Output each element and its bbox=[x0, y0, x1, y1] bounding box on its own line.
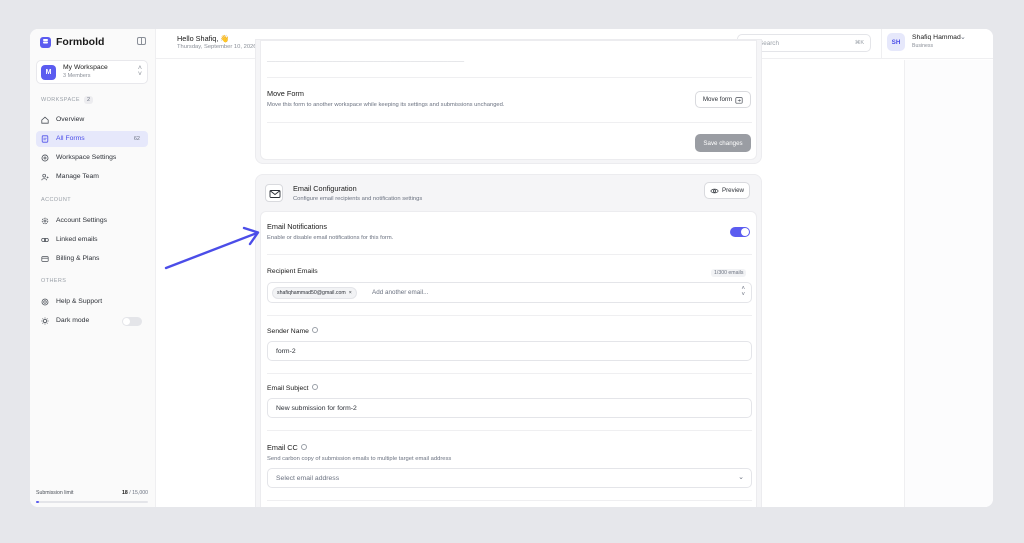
eye-icon bbox=[710, 188, 719, 193]
sidebar: Formbold M My Workspace 3 Members ˄ ˅ WOR… bbox=[30, 29, 156, 507]
greeting: Hello Shafiq, 👋 bbox=[177, 34, 230, 43]
divider bbox=[267, 430, 752, 431]
sender-name-input[interactable]: form-2 bbox=[267, 341, 752, 361]
gear-icon bbox=[41, 217, 49, 225]
help-icon bbox=[41, 298, 49, 306]
section-label-workspace: WORKSPACE 2 bbox=[41, 96, 94, 104]
chip-remove-icon[interactable]: × bbox=[349, 290, 352, 296]
formbold-logo-icon bbox=[40, 36, 51, 48]
link-icon bbox=[41, 238, 49, 242]
general-settings-card: ────────────────────────────────────────… bbox=[255, 39, 762, 164]
submission-limit-fill bbox=[36, 501, 39, 503]
app-window: Formbold M My Workspace 3 Members ˄ ˅ WOR… bbox=[30, 29, 993, 507]
email-cc-description: Send carbon copy of submission emails to… bbox=[267, 456, 452, 462]
email-notifications-toggle[interactable] bbox=[730, 227, 750, 237]
chevron-down-icon[interactable]: ⌄ bbox=[960, 33, 966, 41]
faded-row: ────────────────────────────────────────… bbox=[267, 59, 465, 65]
chevron-down-icon: ⌄ bbox=[738, 474, 744, 481]
sidebar-item-manage-team[interactable]: Manage Team bbox=[36, 169, 148, 185]
sender-name-label: Sender Name bbox=[267, 327, 318, 335]
email-notifications-title: Email Notifications bbox=[267, 222, 328, 231]
recipient-emails-label: Recipient Emails bbox=[267, 268, 318, 275]
email-subject-input[interactable]: New submission for form-2 bbox=[267, 398, 752, 418]
dark-mode-toggle[interactable] bbox=[122, 317, 142, 326]
avatar[interactable]: SH bbox=[887, 33, 905, 51]
mail-icon bbox=[269, 190, 281, 198]
info-icon bbox=[311, 384, 318, 391]
email-cc-placeholder: Select email address bbox=[276, 475, 340, 482]
recipient-emails-input[interactable]: shafiqhammad50@gmail.com × Add another e… bbox=[267, 282, 752, 303]
user-plan: Business bbox=[912, 43, 934, 49]
submission-limit-label: Submission limit bbox=[36, 490, 74, 496]
search-shortcut: ⌘K bbox=[854, 40, 864, 46]
email-cc-select[interactable]: Select email address ⌄ bbox=[267, 468, 752, 488]
recipient-placeholder: Add another email... bbox=[372, 289, 429, 296]
divider bbox=[267, 254, 752, 255]
sidebar-item-dark-mode: Dark mode bbox=[36, 313, 148, 329]
user-name[interactable]: Shafiq Hammad bbox=[912, 34, 961, 41]
workspace-members: 3 Members bbox=[63, 73, 91, 79]
email-config-inner: Email Notifications Enable or disable em… bbox=[260, 211, 757, 507]
save-changes-button[interactable]: Save changes bbox=[695, 134, 751, 152]
sidebar-item-account-settings[interactable]: Account Settings bbox=[36, 213, 148, 229]
chevron-updown-icon: ˄ ˅ bbox=[137, 65, 142, 78]
move-icon bbox=[735, 96, 743, 104]
move-form-title: Move Form bbox=[267, 89, 304, 98]
sidebar-item-overview[interactable]: Overview bbox=[36, 112, 148, 128]
mail-icon-box bbox=[265, 184, 283, 202]
email-config-description: Configure email recipients and notificat… bbox=[293, 196, 423, 202]
right-panel bbox=[905, 60, 993, 507]
sun-icon bbox=[41, 317, 49, 325]
sender-name-value: form-2 bbox=[276, 348, 296, 355]
brand-logo[interactable]: Formbold bbox=[40, 36, 104, 48]
general-settings-inner: ────────────────────────────────────────… bbox=[260, 40, 757, 160]
email-config-card: Email Configuration Configure email reci… bbox=[255, 174, 762, 507]
section-label-others: OTHERS bbox=[41, 278, 67, 284]
submission-limit-bar bbox=[36, 501, 148, 503]
preview-button[interactable]: Preview bbox=[704, 182, 750, 199]
info-icon bbox=[300, 444, 307, 451]
team-icon bbox=[41, 173, 49, 181]
sidebar-toggle-icon[interactable] bbox=[137, 37, 146, 45]
info-icon bbox=[311, 327, 318, 334]
sidebar-item-help[interactable]: Help & Support bbox=[36, 294, 148, 310]
divider bbox=[267, 122, 752, 123]
move-form-button[interactable]: Move form bbox=[695, 91, 751, 108]
submission-limit-value: 18 / 15,000 bbox=[122, 490, 148, 496]
forms-count: 62 bbox=[133, 136, 140, 142]
recipient-count-badge: 1/300 emails bbox=[711, 269, 747, 277]
sidebar-item-workspace-settings[interactable]: Workspace Settings bbox=[36, 150, 148, 166]
divider bbox=[267, 500, 752, 501]
chevron-updown-icon[interactable]: ˄ ˅ bbox=[741, 286, 745, 298]
email-subject-value: New submission for form-2 bbox=[276, 405, 357, 412]
forms-icon bbox=[41, 135, 49, 143]
settings-icon bbox=[41, 154, 49, 162]
brand-name: Formbold bbox=[56, 36, 105, 48]
sidebar-item-all-forms[interactable]: All Forms 62 bbox=[36, 131, 148, 147]
header-divider bbox=[881, 29, 882, 59]
email-chip: shafiqhammad50@gmail.com × bbox=[272, 287, 357, 299]
card-icon bbox=[41, 256, 49, 262]
divider bbox=[267, 373, 752, 374]
email-config-title: Email Configuration bbox=[293, 184, 357, 193]
workspace-switcher[interactable]: M My Workspace 3 Members ˄ ˅ bbox=[36, 60, 148, 84]
workspace-count-badge: 2 bbox=[83, 96, 94, 104]
sidebar-item-linked-emails[interactable]: Linked emails bbox=[36, 232, 148, 248]
divider bbox=[267, 77, 752, 78]
move-form-description: Move this form to another workspace whil… bbox=[267, 102, 505, 108]
home-icon bbox=[41, 116, 49, 124]
email-cc-label: Email CC bbox=[267, 443, 307, 452]
workspace-avatar: M bbox=[41, 65, 56, 80]
email-notifications-description: Enable or disable email notifications fo… bbox=[267, 235, 394, 241]
sidebar-item-billing[interactable]: Billing & Plans bbox=[36, 251, 148, 267]
workspace-name: My Workspace bbox=[63, 64, 108, 71]
email-subject-label: Email Subject bbox=[267, 384, 318, 392]
divider bbox=[267, 315, 752, 316]
section-label-account: ACCOUNT bbox=[41, 197, 71, 203]
